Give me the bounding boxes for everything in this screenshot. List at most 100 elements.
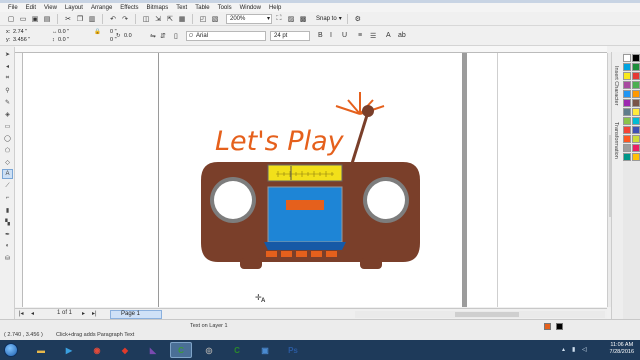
palette-swatch[interactable] bbox=[623, 63, 631, 71]
menu-layout[interactable]: Layout bbox=[61, 5, 87, 11]
menu-tools[interactable]: Tools bbox=[214, 5, 236, 11]
page-tab[interactable]: Page 1 bbox=[110, 310, 162, 319]
palette-swatch[interactable] bbox=[623, 90, 631, 98]
edit-text-icon[interactable]: ab bbox=[398, 32, 406, 39]
prev-page-icon[interactable]: ◂ bbox=[31, 310, 34, 317]
bullet-list-icon[interactable]: ☰ bbox=[370, 32, 376, 40]
palette-swatch[interactable] bbox=[632, 99, 640, 107]
drop-shadow-icon[interactable]: ▮ bbox=[2, 205, 13, 215]
next-page-icon[interactable]: ▸ bbox=[82, 310, 85, 317]
publish-pdf-icon[interactable]: ▦ bbox=[177, 14, 187, 24]
text-tool-icon[interactable]: A bbox=[2, 169, 13, 179]
font-size-select[interactable]: 24 pt bbox=[270, 31, 310, 41]
first-page-icon[interactable]: |◂ bbox=[19, 310, 24, 317]
palette-swatch[interactable] bbox=[632, 72, 640, 80]
palette-swatch[interactable] bbox=[632, 108, 640, 116]
palette-swatch[interactable] bbox=[623, 144, 631, 152]
horizontal-scrollbar[interactable] bbox=[355, 311, 605, 318]
radio-artwork[interactable]: Let's Play bbox=[198, 78, 428, 273]
taskbar-app-media-icon[interactable]: ▶ bbox=[58, 342, 80, 358]
options-gear-icon[interactable]: ⚙ bbox=[353, 14, 363, 24]
palette-swatch[interactable] bbox=[623, 54, 631, 62]
text-frame-icon[interactable]: ▯ bbox=[174, 32, 178, 40]
lock-ratio-icon[interactable]: 🔒 bbox=[94, 29, 101, 35]
palette-swatch[interactable] bbox=[632, 63, 640, 71]
mirror-horizontal-icon[interactable]: ⇋ bbox=[150, 32, 156, 40]
palette-swatch[interactable] bbox=[623, 153, 631, 161]
height-field[interactable]: 0.0 " bbox=[58, 37, 69, 43]
mirror-vertical-icon[interactable]: ⇵ bbox=[160, 32, 166, 40]
fill-color-chip[interactable] bbox=[544, 323, 551, 330]
rulers-icon[interactable]: ▨ bbox=[286, 14, 296, 24]
taskbar-app-app-red-icon[interactable]: ◆ bbox=[114, 342, 136, 358]
width-field[interactable]: 0.0 " bbox=[58, 29, 69, 35]
rectangle-tool-icon[interactable]: ▭ bbox=[2, 121, 13, 131]
import-icon[interactable]: ⇲ bbox=[153, 14, 163, 24]
search-content-icon[interactable]: ◫ bbox=[141, 14, 151, 24]
print-icon[interactable]: ▤ bbox=[42, 14, 52, 24]
welcome-screen-icon[interactable]: ▧ bbox=[210, 14, 220, 24]
palette-swatch[interactable] bbox=[623, 117, 631, 125]
connector-tool-icon[interactable]: ⌐ bbox=[2, 193, 13, 203]
taskbar-app-visual-studio-icon[interactable]: ◣ bbox=[142, 342, 164, 358]
copy-icon[interactable]: ❐ bbox=[75, 14, 85, 24]
taskbar-app-photo-icon[interactable]: ▣ bbox=[254, 342, 276, 358]
palette-swatch[interactable] bbox=[632, 135, 640, 143]
menu-text[interactable]: Text bbox=[172, 5, 191, 11]
taskbar-app-explorer-icon[interactable]: ▬ bbox=[30, 342, 52, 358]
menu-view[interactable]: View bbox=[40, 5, 61, 11]
bold-icon[interactable]: B bbox=[318, 32, 323, 39]
basic-shapes-icon[interactable]: ◇ bbox=[2, 157, 13, 167]
palette-swatch[interactable] bbox=[632, 153, 640, 161]
cut-icon[interactable]: ✂ bbox=[63, 14, 73, 24]
x-position-field[interactable]: 2.74 " bbox=[13, 29, 27, 35]
zoom-tool-icon[interactable]: ⚲ bbox=[2, 85, 13, 95]
taskbar-app-coreldraw2-icon[interactable]: C bbox=[226, 342, 248, 358]
palette-swatch[interactable] bbox=[623, 81, 631, 89]
palette-swatch[interactable] bbox=[632, 54, 640, 62]
font-family-select[interactable]: Arial bbox=[186, 31, 266, 41]
palette-swatch[interactable] bbox=[632, 126, 640, 134]
rotation-field[interactable]: 0.0 bbox=[124, 33, 132, 39]
horizontal-ruler[interactable] bbox=[15, 46, 607, 53]
shape-tool-icon[interactable]: ◂ bbox=[2, 61, 13, 71]
last-page-icon[interactable]: ▸| bbox=[92, 310, 97, 317]
smart-fill-icon[interactable]: ◈ bbox=[2, 109, 13, 119]
crop-tool-icon[interactable]: ⌗ bbox=[2, 73, 13, 83]
taskbar-app-photoshop-icon[interactable]: Ps bbox=[282, 342, 304, 358]
zoom-level-select[interactable]: 200% bbox=[226, 13, 272, 24]
vertical-ruler[interactable] bbox=[15, 53, 23, 307]
network-icon[interactable]: ▮ bbox=[572, 346, 575, 353]
palette-swatch[interactable] bbox=[623, 99, 631, 107]
menu-file[interactable]: File bbox=[4, 5, 22, 11]
taskbar-app-coreldraw-icon[interactable]: C bbox=[170, 342, 192, 358]
italic-icon[interactable]: I bbox=[330, 32, 332, 39]
underline-icon[interactable]: U bbox=[342, 32, 347, 39]
palette-swatch[interactable] bbox=[632, 90, 640, 98]
transparency-icon[interactable]: ▚ bbox=[2, 217, 13, 227]
menu-effects[interactable]: Effects bbox=[116, 5, 142, 11]
smart-fill-bucket-icon[interactable]: ⛁ bbox=[2, 253, 13, 263]
palette-swatch[interactable] bbox=[623, 135, 631, 143]
volume-icon[interactable]: ◁ bbox=[582, 346, 587, 353]
grid-icon[interactable]: ▩ bbox=[298, 14, 308, 24]
app-launcher-icon[interactable]: ◰ bbox=[198, 14, 208, 24]
outline-color-chip[interactable] bbox=[556, 323, 563, 330]
palette-swatch[interactable] bbox=[632, 81, 640, 89]
parallel-dimension-icon[interactable]: ⟋ bbox=[2, 181, 13, 191]
horizontal-scroll-thumb[interactable] bbox=[455, 312, 519, 317]
redo-icon[interactable]: ↷ bbox=[120, 14, 130, 24]
open-folder-icon[interactable]: ▭ bbox=[18, 14, 28, 24]
tab-insert-character[interactable]: Insert Character bbox=[613, 66, 619, 105]
ellipse-tool-icon[interactable]: ◯ bbox=[2, 133, 13, 143]
y-position-field[interactable]: 3.456 " bbox=[13, 37, 30, 43]
undo-icon[interactable]: ↶ bbox=[108, 14, 118, 24]
palette-swatch[interactable] bbox=[623, 108, 631, 116]
drawing-canvas[interactable]: Let's Play ✛ A bbox=[23, 53, 607, 307]
menu-table[interactable]: Table bbox=[191, 5, 213, 11]
align-left-icon[interactable]: ≡ bbox=[358, 32, 362, 39]
text-properties-icon[interactable]: A bbox=[386, 32, 391, 39]
palette-swatch[interactable] bbox=[623, 72, 631, 80]
pick-tool-icon[interactable]: ➤ bbox=[2, 49, 13, 59]
eyedropper-icon[interactable]: ✒ bbox=[2, 229, 13, 239]
